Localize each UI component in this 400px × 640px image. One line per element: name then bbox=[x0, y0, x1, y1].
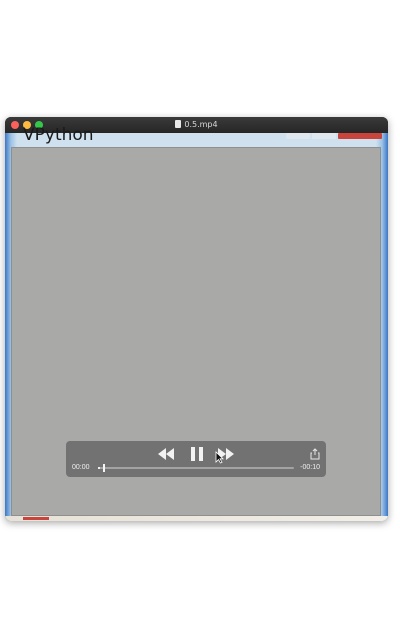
vpython-minimize-button bbox=[286, 133, 310, 139]
mouse-pointer-icon bbox=[215, 451, 224, 464]
pause-icon[interactable] bbox=[189, 446, 205, 462]
playback-controls: 00:00 -00:10 bbox=[66, 441, 326, 477]
time-elapsed: 00:00 bbox=[72, 464, 90, 471]
playhead-handle[interactable] bbox=[102, 464, 105, 472]
video-area[interactable]: VPython 00:00 -00:10 bbox=[5, 125, 388, 521]
progress-scrubber[interactable] bbox=[98, 464, 294, 472]
time-remaining: -00:10 bbox=[300, 464, 320, 471]
quicktime-window: 0.5.mp4 VPython 00:00 -00:10 bbox=[5, 117, 388, 521]
progress-fill bbox=[98, 467, 100, 469]
vpython-close-button bbox=[338, 133, 382, 139]
rewind-icon[interactable] bbox=[157, 447, 175, 461]
share-icon[interactable] bbox=[310, 448, 320, 460]
taskbar-item bbox=[23, 517, 49, 520]
document-icon bbox=[175, 120, 182, 128]
taskbar-strip bbox=[5, 516, 388, 521]
vpython-title: VPython bbox=[23, 125, 94, 145]
window-title-text: 0.5.mp4 bbox=[184, 120, 218, 129]
vpython-maximize-button bbox=[312, 133, 336, 139]
